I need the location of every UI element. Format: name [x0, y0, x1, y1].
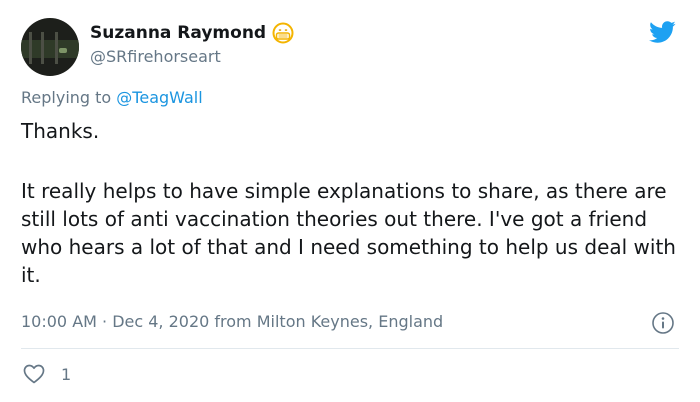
heart-icon[interactable] [21, 362, 47, 386]
user-name-row: Suzanna Raymond [90, 22, 294, 44]
divider [21, 348, 679, 349]
face-with-medical-mask-icon [272, 22, 294, 44]
like-action[interactable]: 1 [21, 362, 71, 386]
twitter-bird-icon[interactable] [646, 18, 678, 46]
display-name[interactable]: Suzanna Raymond [90, 23, 266, 43]
like-count: 1 [61, 364, 72, 384]
tweet-text-paragraph: It really helps to have simple explanati… [21, 179, 676, 287]
tweet-text-first-line: Thanks. [21, 119, 100, 143]
avatar[interactable] [21, 18, 79, 76]
replying-to-handle-link[interactable]: @TeagWall [116, 88, 202, 107]
user-handle[interactable]: @SRfirehorseart [90, 47, 221, 66]
info-icon[interactable] [651, 311, 675, 335]
tweet-timestamp-location[interactable]: 10:00 AM · Dec 4, 2020 from Milton Keyne… [21, 312, 443, 331]
replying-to-label: Replying to [21, 88, 117, 107]
replying-to-line: Replying to @TeagWall [21, 88, 203, 107]
